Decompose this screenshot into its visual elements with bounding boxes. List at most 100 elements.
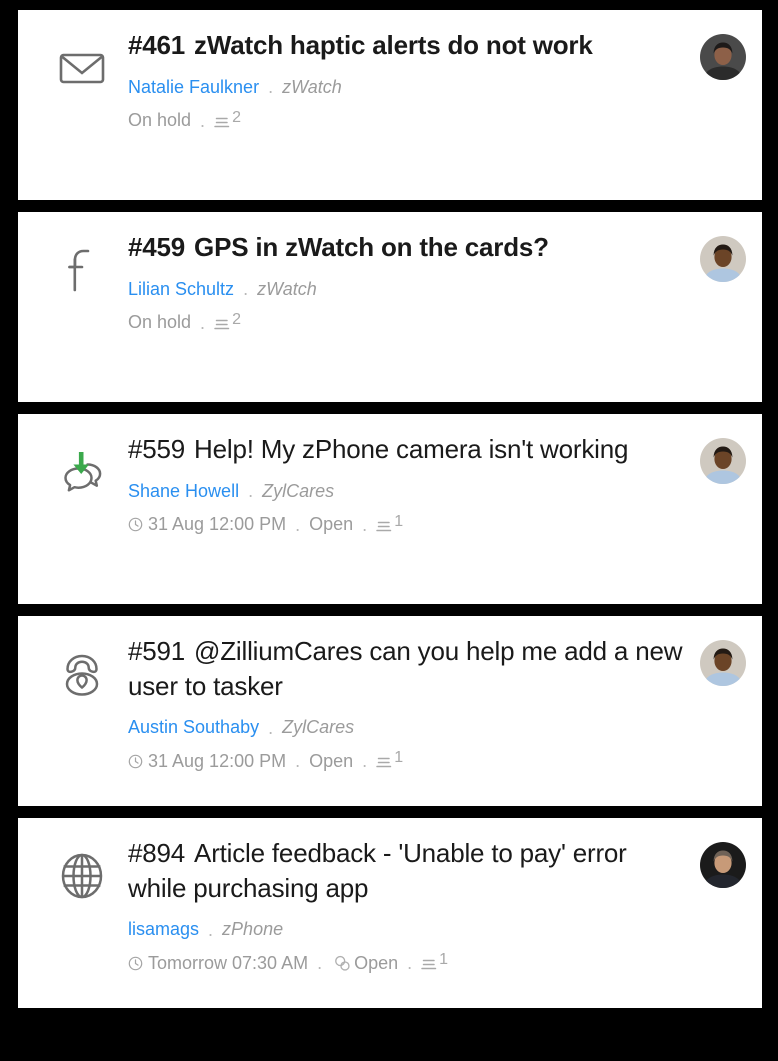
ticket-list: #461 zWatch haptic alerts do not work Nata… bbox=[0, 0, 778, 1018]
ticket-requester[interactable]: lisamags bbox=[128, 918, 199, 941]
ticket-thread-count-value: 2 bbox=[232, 108, 241, 126]
live-chat-icon bbox=[54, 444, 110, 500]
web-globe-icon bbox=[54, 848, 110, 904]
avatar[interactable] bbox=[700, 28, 746, 80]
merge-tickets-icon bbox=[331, 954, 354, 973]
ticket-id: #459 bbox=[128, 232, 186, 262]
ticket-meta-requester-row: lisamags. zPhone bbox=[128, 918, 690, 941]
ticket-subject: zWatch haptic alerts do not work bbox=[194, 30, 593, 60]
ticket-requester[interactable]: Austin Southaby bbox=[128, 716, 259, 739]
ticket-due-date: 31 Aug 12:00 PM bbox=[128, 750, 286, 773]
thread-icon bbox=[214, 111, 231, 131]
ticket-id: #591 bbox=[128, 636, 186, 666]
ticket-brand: zPhone bbox=[222, 919, 284, 940]
ticket-card[interactable]: #591 @ZilliumCares can you help me add a … bbox=[18, 616, 762, 806]
ticket-channel bbox=[36, 836, 128, 904]
ticket-thread-count-value: 2 bbox=[232, 310, 241, 328]
clock-icon bbox=[128, 754, 143, 769]
thread-icon bbox=[376, 515, 393, 535]
meta-separator: . bbox=[200, 312, 206, 333]
ticket-brand: ZylCares bbox=[282, 717, 355, 738]
ticket-body: #559 Help! My zPhone camera isn't working… bbox=[128, 432, 700, 536]
ticket-due-date-text: Tomorrow 07:30 AM bbox=[148, 952, 309, 973]
ticket-due-date: Tomorrow 07:30 AM bbox=[128, 952, 308, 975]
ticket-thread-count: 1 bbox=[376, 512, 404, 535]
ticket-title[interactable]: #894 Article feedback - 'Unable to pay' e… bbox=[128, 836, 690, 905]
thread-icon bbox=[214, 313, 231, 333]
avatar[interactable] bbox=[700, 634, 746, 686]
ticket-card[interactable]: #559 Help! My zPhone camera isn't working… bbox=[18, 414, 762, 604]
ticket-card[interactable]: #461 zWatch haptic alerts do not work Nata… bbox=[18, 10, 762, 200]
ticket-thread-count-value: 1 bbox=[439, 951, 449, 969]
ticket-subject: GPS in zWatch on the cards? bbox=[194, 232, 549, 262]
phone-icon bbox=[54, 646, 110, 702]
avatar[interactable] bbox=[700, 432, 746, 484]
ticket-thread-count: 2 bbox=[214, 310, 241, 333]
ticket-thread-count: 2 bbox=[214, 108, 241, 131]
ticket-meta-requester-row: Shane Howell. ZylCares bbox=[128, 480, 690, 503]
ticket-channel bbox=[36, 230, 128, 298]
meta-separator: . bbox=[208, 919, 214, 940]
ticket-brand: zWatch bbox=[282, 76, 342, 97]
meta-separator: . bbox=[248, 481, 254, 502]
ticket-body: #461 zWatch haptic alerts do not work Nata… bbox=[128, 28, 700, 132]
meta-separator: . bbox=[295, 514, 301, 535]
ticket-subject: Article feedback - 'Unable to pay' error… bbox=[128, 838, 627, 903]
meta-separator: . bbox=[268, 717, 274, 738]
facebook-icon bbox=[54, 242, 110, 298]
thread-icon bbox=[421, 953, 438, 973]
ticket-card[interactable]: #459 GPS in zWatch on the cards? Lilian Sc… bbox=[18, 212, 762, 402]
meta-separator: . bbox=[317, 953, 323, 974]
meta-separator: . bbox=[362, 751, 368, 772]
ticket-meta-status-row: 31 Aug 12:00 PM. Open. 1 bbox=[128, 513, 690, 536]
ticket-due-date-text: 31 Aug 12:00 PM bbox=[148, 750, 287, 771]
ticket-title[interactable]: #461 zWatch haptic alerts do not work bbox=[128, 28, 690, 63]
ticket-subject: @ZilliumCares can you help me add a new … bbox=[128, 636, 683, 701]
ticket-brand: zWatch bbox=[257, 278, 317, 299]
ticket-card[interactable]: #894 Article feedback - 'Unable to pay' e… bbox=[18, 818, 762, 1008]
ticket-thread-count-value: 1 bbox=[394, 749, 404, 767]
ticket-body: #894 Article feedback - 'Unable to pay' e… bbox=[128, 836, 700, 975]
ticket-meta-status-row: On hold. 2 bbox=[128, 109, 690, 132]
ticket-channel bbox=[36, 634, 128, 702]
ticket-body: #591 @ZilliumCares can you help me add a … bbox=[128, 634, 700, 773]
ticket-meta-status-row: On hold. 2 bbox=[128, 311, 690, 334]
meta-separator: . bbox=[362, 514, 368, 535]
ticket-status: On hold bbox=[128, 109, 192, 130]
ticket-body: #459 GPS in zWatch on the cards? Lilian Sc… bbox=[128, 230, 700, 334]
ticket-id: #894 bbox=[128, 838, 186, 868]
ticket-meta-requester-row: Natalie Faulkner. zWatch bbox=[128, 76, 690, 99]
meta-separator: . bbox=[407, 953, 413, 974]
ticket-meta-status-row: Tomorrow 07:30 AM. Open. 1 bbox=[128, 952, 690, 975]
ticket-channel bbox=[36, 432, 128, 500]
ticket-requester[interactable]: Natalie Faulkner bbox=[128, 76, 259, 99]
ticket-due-date-text: 31 Aug 12:00 PM bbox=[148, 513, 287, 534]
ticket-brand: ZylCares bbox=[262, 480, 335, 501]
ticket-meta-status-row: 31 Aug 12:00 PM. Open. 1 bbox=[128, 750, 690, 773]
ticket-id: #461 bbox=[128, 30, 186, 60]
ticket-thread-count: 1 bbox=[421, 951, 449, 973]
clock-icon bbox=[128, 517, 143, 532]
ticket-thread-count-value: 1 bbox=[394, 512, 404, 530]
avatar[interactable] bbox=[700, 230, 746, 282]
thread-icon bbox=[376, 751, 393, 771]
ticket-title[interactable]: #559 Help! My zPhone camera isn't working bbox=[128, 432, 690, 467]
meta-separator: . bbox=[268, 77, 274, 98]
email-icon bbox=[54, 40, 110, 96]
ticket-status: Open bbox=[309, 750, 354, 771]
ticket-meta-requester-row: Lilian Schultz. zWatch bbox=[128, 278, 690, 301]
ticket-id: #559 bbox=[128, 434, 186, 464]
clock-icon bbox=[128, 956, 143, 971]
meta-separator: . bbox=[243, 279, 249, 300]
ticket-subject: Help! My zPhone camera isn't working bbox=[194, 434, 629, 464]
ticket-channel bbox=[36, 28, 128, 96]
avatar[interactable] bbox=[700, 836, 746, 888]
ticket-title[interactable]: #591 @ZilliumCares can you help me add a … bbox=[128, 634, 690, 703]
ticket-thread-count: 1 bbox=[376, 749, 404, 771]
ticket-requester[interactable]: Lilian Schultz bbox=[128, 278, 234, 301]
ticket-requester[interactable]: Shane Howell bbox=[128, 480, 239, 503]
ticket-status: Open bbox=[309, 513, 354, 534]
meta-separator: . bbox=[295, 751, 301, 772]
ticket-title[interactable]: #459 GPS in zWatch on the cards? bbox=[128, 230, 690, 265]
ticket-due-date: 31 Aug 12:00 PM bbox=[128, 513, 286, 536]
